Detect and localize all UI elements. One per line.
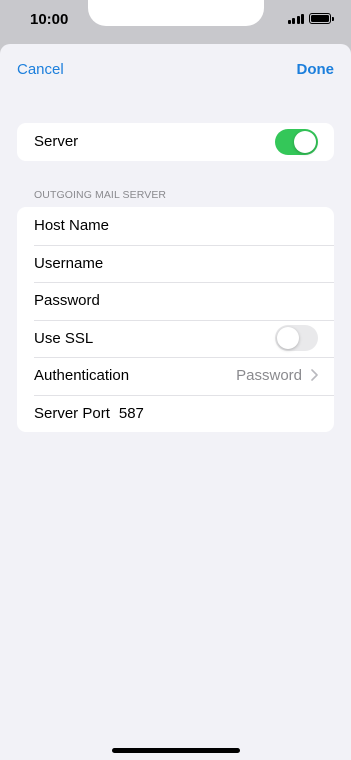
host-name-placeholder: Host Name	[34, 217, 110, 235]
host-name-field[interactable]: Host Name	[17, 207, 334, 245]
username-placeholder: Username	[34, 254, 104, 272]
nav-bar: Cancel Done	[0, 44, 351, 96]
home-indicator[interactable]	[112, 748, 240, 753]
server-port-label: Server Port	[34, 404, 110, 422]
outgoing-group: Host Name Username Password Use SSL Auth…	[17, 207, 334, 432]
server-label: Server	[34, 133, 79, 151]
phone-screen: 10:00 Cancel Done Server OUTGOING MAIL S…	[0, 0, 351, 760]
status-bar: 10:00	[0, 0, 351, 44]
authentication-row[interactable]: Authentication Password	[17, 357, 334, 395]
server-port-value[interactable]: 587	[119, 405, 144, 422]
status-icons	[287, 13, 334, 24]
password-placeholder: Password	[34, 292, 100, 310]
battery-icon	[309, 13, 334, 24]
cancel-button[interactable]: Cancel	[17, 61, 64, 78]
chevron-right-icon	[311, 368, 318, 384]
status-time: 10:00	[30, 11, 69, 28]
settings-sheet: Cancel Done Server OUTGOING MAIL SERVER …	[0, 44, 351, 760]
server-port-row[interactable]: Server Port 587	[17, 394, 334, 433]
use-ssl-label: Use SSL	[34, 329, 94, 347]
outgoing-section-header: OUTGOING MAIL SERVER	[34, 189, 167, 201]
use-ssl-row: Use SSL	[17, 319, 334, 358]
username-field[interactable]: Username	[17, 244, 334, 283]
server-toggle[interactable]	[275, 128, 318, 155]
authentication-value: Password	[236, 367, 302, 385]
notch	[88, 0, 264, 26]
signal-bars-icon	[287, 13, 304, 24]
authentication-label: Authentication	[34, 367, 130, 385]
done-button[interactable]: Done	[297, 61, 335, 78]
use-ssl-toggle[interactable]	[275, 325, 318, 352]
password-field[interactable]: Password	[17, 282, 334, 320]
server-row: Server	[17, 123, 334, 161]
server-group: Server	[17, 123, 334, 161]
